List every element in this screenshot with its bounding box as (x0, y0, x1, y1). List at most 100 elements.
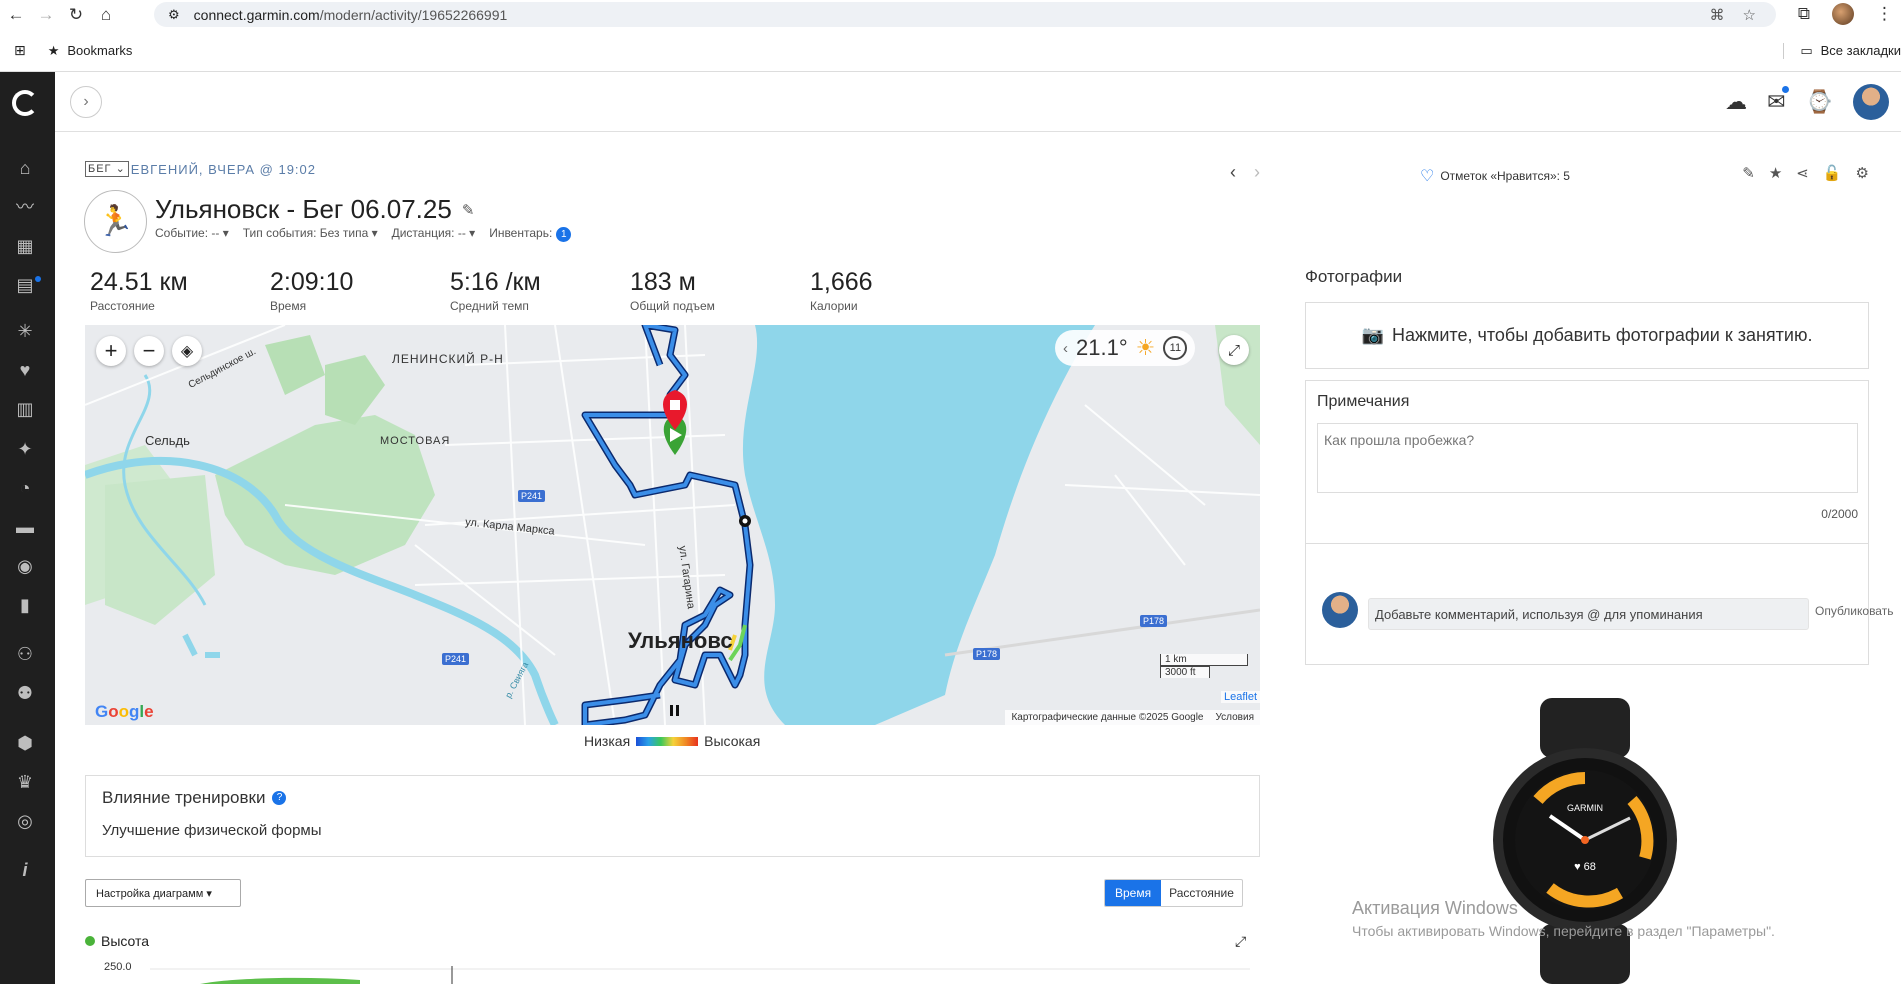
privacy-lock-icon[interactable]: 🔓 (1823, 164, 1842, 182)
expand-sidebar-button[interactable]: › (70, 86, 102, 118)
apps-grid-icon[interactable]: ⊞ (14, 42, 26, 59)
watch-heart-rate: ♥ 68 (1574, 861, 1596, 873)
activity-owner-date[interactable]: ЕВГЕНИЙ, ВЧЕРА @ 19:02 (131, 162, 316, 177)
badges-icon[interactable]: ⬢ (14, 732, 36, 754)
speed-legend: Низкая Высокая (584, 733, 760, 749)
next-activity-icon[interactable]: › (1254, 162, 1260, 183)
map-canvas (85, 325, 1260, 725)
publish-button[interactable]: Опубликовать (1815, 604, 1893, 618)
chart-settings-label: Настройка диаграмм ▾ (96, 887, 212, 900)
reload-icon[interactable]: ↻ (62, 1, 90, 29)
activity-feed-icon[interactable]: 〰 (14, 196, 36, 218)
news-icon[interactable]: ▤ (14, 274, 36, 296)
inventory-label: Инвентарь: (489, 226, 553, 240)
back-icon[interactable]: ← (2, 1, 30, 29)
leaflet-link[interactable]: Leaflet (1221, 691, 1260, 703)
toggle-time-button[interactable]: Время (1105, 880, 1162, 906)
connections-icon[interactable]: ⚇ (14, 643, 36, 665)
forward-icon[interactable]: → (32, 1, 60, 29)
activity-pager: ‹ › (1230, 162, 1260, 183)
upload-cloud-icon[interactable]: ☁ (1725, 89, 1747, 115)
chart-settings-dropdown[interactable]: Настройка диаграмм ▾ (85, 879, 241, 907)
insights-icon[interactable]: ◉ (14, 555, 36, 577)
add-photos-text: Нажмите, чтобы добавить фотографии к зан… (1391, 325, 1813, 345)
extensions-icon[interactable]: ⧉ (1798, 4, 1810, 24)
favorite-star-icon[interactable]: ★ (1769, 164, 1782, 182)
inventory-link[interactable]: Инвентарь: 1 (489, 226, 572, 242)
gear-shoe-icon[interactable]: ▬ (14, 516, 36, 538)
legend-low: Низкая (584, 733, 631, 749)
edit-icon[interactable]: ✎ (1742, 164, 1755, 182)
chrome-profile-avatar[interactable] (1832, 3, 1854, 25)
inventory-count-badge: 1 (556, 227, 572, 242)
activity-title-text: Ульяновск - Бег 06.07.25 (155, 194, 452, 224)
notes-textarea[interactable]: Как прошла пробежка? (1317, 423, 1858, 493)
layers-icon[interactable]: ◈ (172, 336, 202, 366)
activities-icon[interactable]: ✳ (14, 320, 36, 342)
terms-link[interactable]: Условия (1215, 712, 1254, 723)
stat-label: Средний темп (450, 299, 529, 313)
training-effect-value: Улучшение физической формы (102, 822, 322, 839)
calendar-icon[interactable]: ▦ (14, 235, 36, 257)
info-icon[interactable]: i (14, 859, 36, 881)
help-icon[interactable]: ? (272, 791, 287, 805)
zoom-out-button[interactable]: − (134, 336, 164, 366)
likes-counter[interactable]: ♡ Отметок «Нравится»: 5 (1420, 166, 1570, 186)
road-badge: P178 (1140, 615, 1168, 627)
stat-label: Калории (810, 299, 858, 313)
stat-label: Время (270, 299, 307, 313)
weather-widget[interactable]: ‹ 21.1° ☀ 11 (1055, 330, 1195, 366)
performance-icon[interactable]: ▥ (14, 398, 36, 420)
bookmarks-button[interactable]: ★ Bookmarks (48, 43, 133, 59)
chrome-menu-icon[interactable]: ⋮ (1876, 4, 1893, 24)
likes-text: Отметок «Нравится»: 5 (1440, 169, 1570, 183)
home-icon[interactable]: ⌂ (14, 157, 36, 179)
pause-marker[interactable] (670, 705, 673, 716)
groups-icon[interactable]: ⚉ (14, 682, 36, 704)
stat-value: 2:09:10 (270, 268, 354, 296)
sport-type-select[interactable]: БЕГ ⌄ (85, 161, 129, 177)
road-badge: P178 (973, 648, 1001, 660)
fullscreen-icon[interactable]: ⤢ (1219, 335, 1249, 365)
reports-icon[interactable]: ▮ (14, 594, 36, 616)
camera-icon: 📷 (1361, 325, 1384, 345)
garmin-connect-logo[interactable] (12, 90, 38, 116)
inbox-icon[interactable]: ✉ (1767, 86, 1789, 115)
all-bookmarks-button[interactable]: ▭ Все закладки (1783, 42, 1901, 59)
garmin-sidebar: ⌂ 〰 ▦ ▤ ✳ ♥ ▥ ✦ ◔ ▬ ◉ ▮ ⚇ ⚉ ⬢ ♛ ◎ i (0, 72, 55, 984)
distance-dropdown[interactable]: Дистанция: -- ▾ (392, 226, 476, 242)
add-photos-button[interactable]: 📷 Нажмите, чтобы добавить фотографии к з… (1305, 302, 1869, 369)
share-icon[interactable]: ⋖ (1796, 164, 1809, 182)
training-icon[interactable]: ✦ (14, 438, 36, 460)
elevation-chart (150, 966, 1250, 984)
bookmark-star-icon[interactable]: ☆ (1743, 6, 1756, 24)
toggle-distance-button[interactable]: Расстояние (1161, 880, 1242, 906)
commenter-avatar (1322, 592, 1358, 628)
edit-pencil-icon[interactable]: ✎ (462, 201, 475, 219)
divider (1306, 543, 1868, 544)
settings-gear-icon[interactable]: ⚙ (1856, 164, 1869, 182)
comment-input[interactable]: Добавьте комментарий, используя @ для уп… (1368, 598, 1809, 630)
route-map[interactable]: + − ◈ ‹ 21.1° ☀ 11 ⤢ ЛЕНИНСКИЙ Р-Н Сельд… (85, 325, 1260, 725)
trophy-icon[interactable]: ♛ (14, 771, 36, 793)
translate-icon[interactable]: ⌘ (1710, 6, 1725, 24)
activity-title: Ульяновск - Бег 06.07.25 ✎ (155, 194, 474, 225)
health-icon[interactable]: ♥ (14, 359, 36, 381)
address-bar[interactable]: ⚙ connect.garmin.com/modern/activity/196… (154, 2, 1776, 27)
event-dropdown[interactable]: Событие: -- ▾ (155, 226, 229, 242)
stopwatch-icon[interactable]: ◔ (14, 477, 36, 499)
previous-activity-icon[interactable]: ‹ (1230, 162, 1236, 183)
activity-stats: 24.51 км Расстояние 2:09:10 Время 5:16 /км… (90, 268, 990, 313)
collapse-weather-icon[interactable]: ‹ (1063, 340, 1068, 357)
event-type-dropdown[interactable]: Тип события: Без типа ▾ (243, 226, 378, 242)
device-watch-icon[interactable]: ⌚ (1806, 89, 1833, 115)
site-info-icon[interactable]: ⚙ (168, 7, 180, 23)
map-label-district: ЛЕНИНСКИЙ Р-Н (392, 352, 504, 366)
elevation-series-dot (85, 936, 95, 946)
garmin-watch-image[interactable]: GARMIN ♥ 68 (1490, 698, 1680, 984)
user-avatar[interactable] (1853, 84, 1889, 120)
zoom-in-button[interactable]: + (96, 336, 126, 366)
home-icon[interactable]: ⌂ (92, 1, 120, 29)
expand-chart-icon[interactable]: ⤢ (1235, 933, 1246, 950)
challenges-icon[interactable]: ◎ (14, 810, 36, 832)
